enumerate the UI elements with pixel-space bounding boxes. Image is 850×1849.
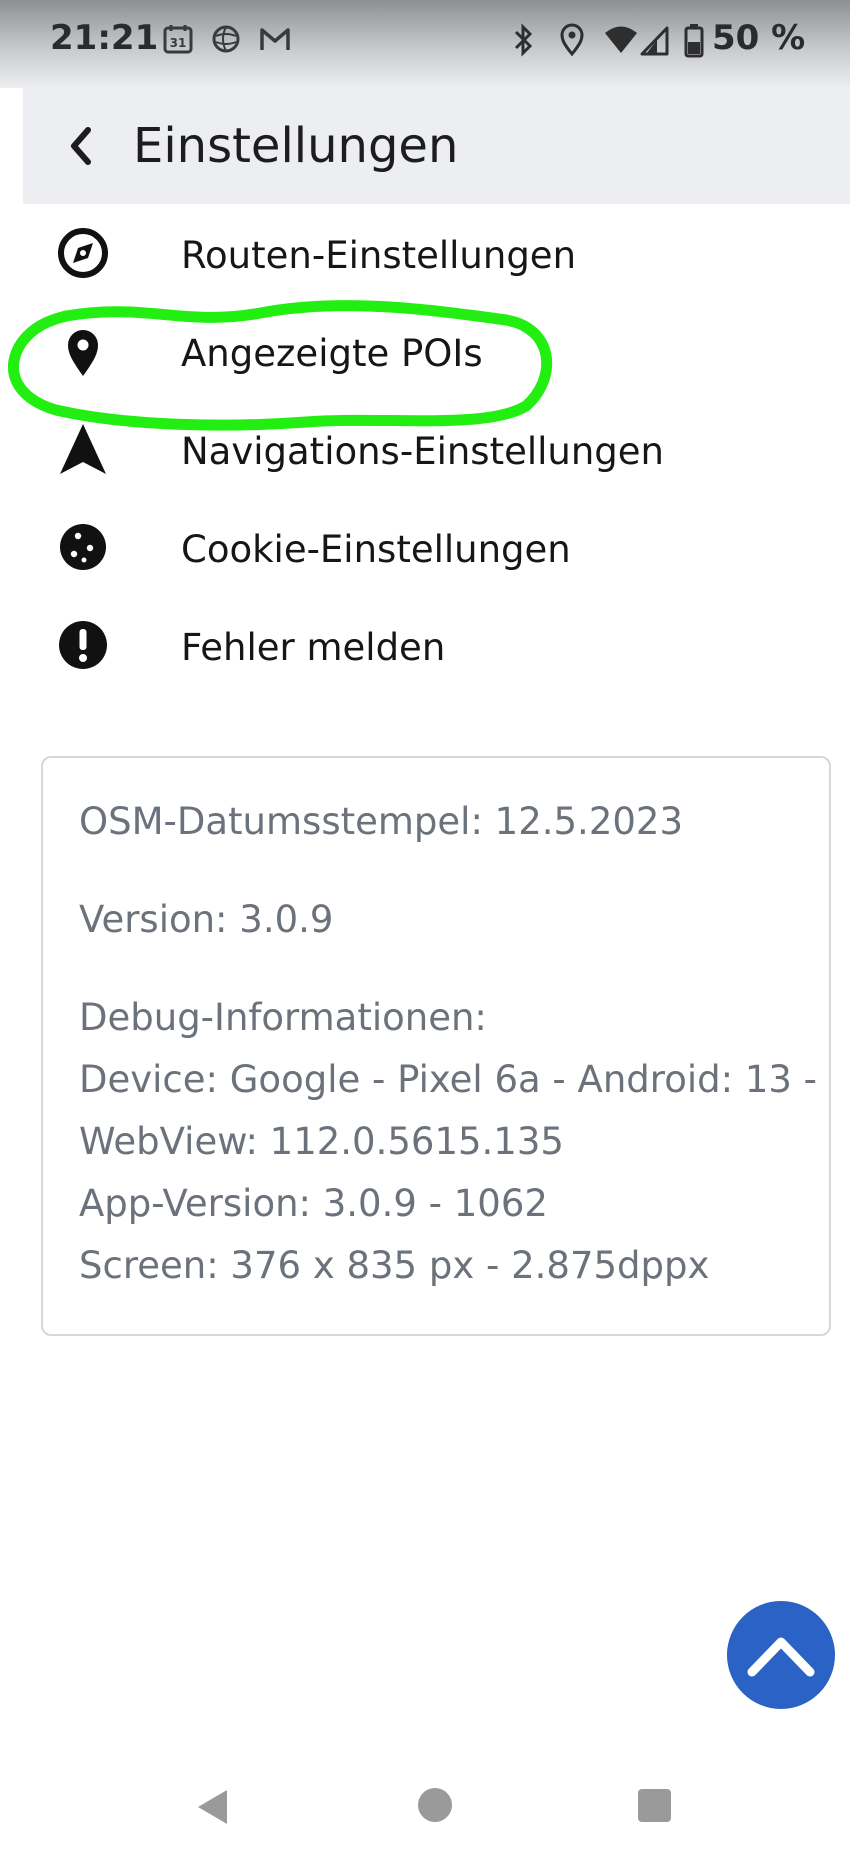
svg-text:31: 31	[170, 36, 187, 50]
calendar-icon: 31	[163, 25, 193, 54]
menu-item-angezeigte-pois[interactable]: Angezeigte POIs	[0, 302, 850, 400]
battery-percentage: 50 %	[712, 18, 806, 58]
cell-signal-icon	[640, 26, 669, 56]
chevron-left-icon	[71, 127, 91, 165]
scroll-to-top-button[interactable]	[727, 1601, 835, 1709]
debug-webview: WebView: 112.0.5615.135	[79, 1120, 564, 1163]
menu-item-label: Angezeigte POIs	[181, 332, 483, 375]
exclamation-circle-icon	[59, 621, 107, 669]
status-time: 21:21	[50, 18, 159, 58]
info-card: OSM-Datumsstempel: 12.5.2023 Version: 3.…	[41, 756, 831, 1336]
screen: 21:21 31 50 % Einstellungen Routen-Einst…	[0, 0, 850, 1849]
menu-item-cookie-einstellungen[interactable]: Cookie-Einstellungen	[0, 498, 850, 596]
chevron-up-icon	[747, 1637, 815, 1677]
menu-item-label: Navigations-Einstellungen	[181, 430, 665, 473]
nav-home-icon[interactable]	[418, 1788, 452, 1822]
menu-item-routen-einstellungen[interactable]: Routen-Einstellungen	[0, 204, 850, 302]
map-pin-icon	[68, 330, 98, 376]
compass-icon	[58, 228, 108, 278]
version-text: Version: 3.0.9	[79, 898, 334, 941]
menu-item-label: Routen-Einstellungen	[181, 234, 577, 277]
back-button[interactable]	[53, 118, 109, 174]
bluetooth-icon	[514, 23, 533, 57]
battery-icon	[684, 24, 704, 58]
nav-back-icon[interactable]	[195, 1788, 229, 1826]
app-header: Einstellungen	[23, 88, 850, 204]
nav-recents-icon[interactable]	[638, 1789, 671, 1822]
debug-heading: Debug-Informationen:	[79, 996, 487, 1039]
menu-item-fehler-melden[interactable]: Fehler melden	[0, 596, 850, 694]
debug-device: Device: Google - Pixel 6a - Android: 13 …	[79, 1058, 818, 1101]
menu-item-label: Fehler melden	[181, 626, 446, 669]
web-icon	[212, 25, 240, 53]
wifi-icon	[605, 26, 637, 53]
menu-item-label: Cookie-Einstellungen	[181, 528, 571, 571]
debug-screen: Screen: 376 x 835 px - 2.875dppx	[79, 1244, 710, 1287]
system-nav-bar	[0, 1760, 850, 1849]
status-bar: 21:21 31 50 %	[0, 0, 850, 88]
location-icon	[560, 23, 584, 57]
gmail-icon	[260, 28, 290, 50]
navigation-arrow-icon	[60, 424, 106, 474]
osm-datestamp: OSM-Datumsstempel: 12.5.2023	[79, 800, 683, 843]
menu-item-navigations-einstellungen[interactable]: Navigations-Einstellungen	[0, 400, 850, 498]
debug-app-version: App-Version: 3.0.9 - 1062	[79, 1182, 548, 1225]
cookie-icon	[60, 524, 106, 570]
page-title: Einstellungen	[133, 118, 459, 174]
